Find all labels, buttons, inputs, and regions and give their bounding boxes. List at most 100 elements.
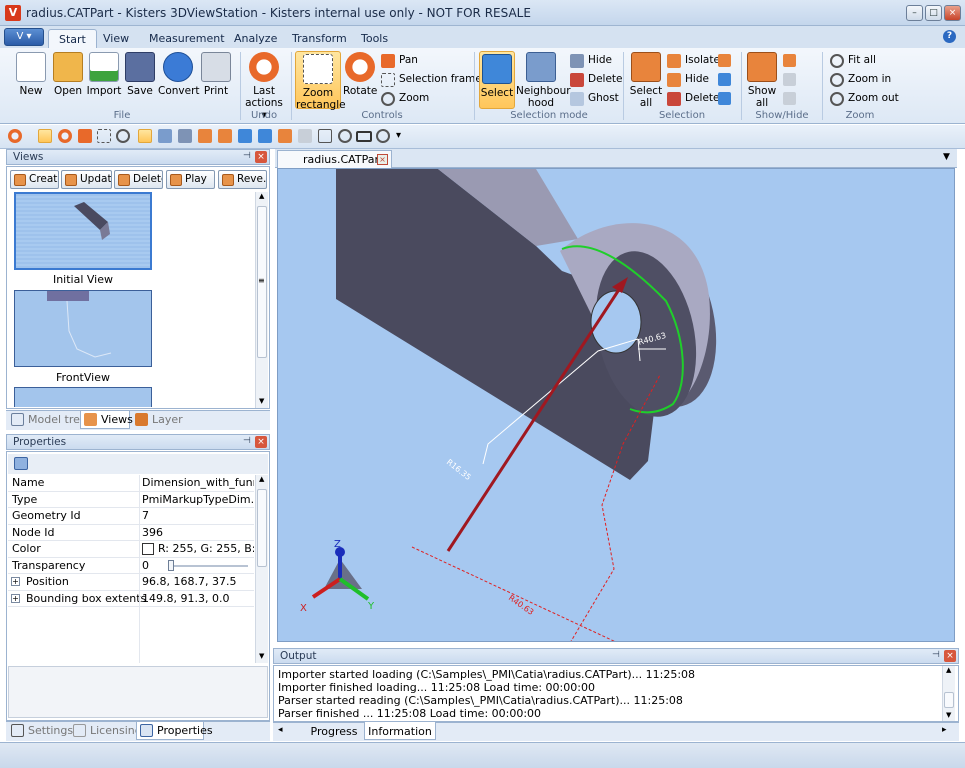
mode-hide-button[interactable]: Hide <box>570 53 612 70</box>
close-icon[interactable]: × <box>255 151 267 163</box>
cube-icon[interactable] <box>298 129 312 143</box>
cube-icon[interactable] <box>278 129 292 143</box>
zoom-out-button[interactable]: Zoom out <box>830 91 899 108</box>
select-all-button[interactable]: Select all <box>628 52 664 109</box>
property-row[interactable]: + Position 96.8, 168.7, 37.5 <box>8 574 254 591</box>
play-views-button[interactable]: Play <box>166 170 215 189</box>
import-button[interactable]: Import <box>86 52 122 97</box>
scroll-thumb[interactable] <box>944 692 954 708</box>
scroll-down-icon[interactable]: ▼ <box>259 652 264 660</box>
selection-extra-icon[interactable] <box>718 73 731 86</box>
isolate-icon[interactable] <box>198 129 212 143</box>
tab-licensing[interactable]: Licensing <box>70 722 146 740</box>
tab-analyze[interactable]: Analyze <box>224 29 287 48</box>
tab-measurement[interactable]: Measurement <box>139 29 235 48</box>
open-button[interactable]: Open <box>51 52 85 97</box>
3d-viewport[interactable]: R40.63 R16.35 R40.63 Z X Y <box>277 168 955 642</box>
scroll-down-icon[interactable]: ▼ <box>946 711 951 719</box>
pin-icon[interactable]: ⊣ <box>243 151 251 161</box>
fit-all-button[interactable]: Fit all <box>830 53 876 70</box>
tab-start[interactable]: Start <box>48 29 97 48</box>
property-row[interactable]: + Bounding box extents 149.8, 91.3, 0.0 <box>8 591 254 607</box>
isolate-button[interactable]: Isolate <box>667 53 720 70</box>
document-list-dropdown-icon[interactable]: ▼ <box>943 152 950 162</box>
save-button[interactable]: Save <box>124 52 156 97</box>
view-thumbnail-partial[interactable] <box>14 387 152 407</box>
delete-view-button[interactable]: Delete <box>114 170 163 189</box>
app-menu-button[interactable]: V ▾ <box>4 28 44 46</box>
show-hide-extra-icon[interactable] <box>783 92 796 105</box>
properties-scrollbar[interactable]: ▲ ▼ <box>255 475 268 663</box>
rotate-icon[interactable] <box>8 129 22 143</box>
cube-icon[interactable] <box>218 129 232 143</box>
measure-icon[interactable] <box>318 129 332 143</box>
selection-extra-icon[interactable] <box>718 54 731 67</box>
cube-icon[interactable] <box>238 129 252 143</box>
scroll-down-icon[interactable]: ▼ <box>259 397 264 405</box>
help-icon[interactable]: ? <box>943 30 956 43</box>
expand-icon[interactable]: + <box>11 593 20 603</box>
show-hide-extra-icon[interactable] <box>783 73 796 86</box>
selection-extra-icon[interactable] <box>718 92 731 105</box>
select-mode-button[interactable]: Select <box>479 51 515 109</box>
mode-delete-button[interactable]: Delete <box>570 72 623 89</box>
selection-frame-button[interactable]: Selection frame <box>381 72 482 89</box>
scroll-up-icon[interactable]: ▲ <box>259 192 264 200</box>
selection-frame-icon[interactable] <box>97 129 111 143</box>
tab-progress[interactable]: Progress <box>306 722 362 740</box>
ellipse-icon[interactable] <box>376 129 390 143</box>
tab-model-tree[interactable]: Model tree <box>8 411 91 429</box>
property-row[interactable]: Node Id 396 <box>8 525 254 541</box>
rotate-button[interactable]: Rotate <box>343 52 377 97</box>
property-row[interactable]: Type PmiMarkupTypeDim... <box>8 492 254 508</box>
close-icon[interactable]: × <box>944 650 956 662</box>
pan-button[interactable]: Pan <box>381 53 418 70</box>
reverse-views-button[interactable]: Reve... <box>218 170 267 189</box>
scroll-up-icon[interactable]: ▲ <box>259 475 264 483</box>
mode-ghost-button[interactable]: Ghost <box>570 91 619 108</box>
update-view-button[interactable]: Update <box>61 170 112 189</box>
close-icon[interactable]: × <box>255 436 267 448</box>
convert-button[interactable]: Convert <box>158 52 200 97</box>
undo-icon[interactable] <box>58 129 72 143</box>
hide-icon[interactable] <box>178 129 192 143</box>
new-button[interactable]: New <box>14 52 48 97</box>
show-all-button[interactable]: Show all <box>746 52 778 109</box>
properties-sort-icon[interactable] <box>14 457 28 470</box>
document-tab[interactable]: radius.CATPart × <box>277 150 392 168</box>
selection-delete-button[interactable]: Delete <box>667 91 720 108</box>
zoom-button[interactable]: Zoom <box>381 91 429 108</box>
zoom-rectangle-button[interactable]: Zoom rectangle <box>295 51 346 111</box>
tab-information[interactable]: Information <box>364 722 436 740</box>
pin-icon[interactable]: ⊣ <box>243 436 251 446</box>
tab-scroll-right-icon[interactable]: ▸ <box>942 725 947 735</box>
pan-icon[interactable] <box>78 129 92 143</box>
tab-transform[interactable]: Transform <box>282 29 357 48</box>
show-hide-extra-icon[interactable] <box>783 54 796 67</box>
transparency-slider-track[interactable] <box>168 564 248 567</box>
views-scrollbar[interactable]: ▲ ≡ ▼ <box>255 192 268 408</box>
tab-scroll-left-icon[interactable]: ◂ <box>278 725 283 735</box>
property-row[interactable]: Transparency 0 <box>8 558 254 574</box>
print-button[interactable]: Print <box>200 52 232 97</box>
create-view-button[interactable]: Create <box>10 170 59 189</box>
tab-properties[interactable]: Properties <box>136 722 213 740</box>
neighbourhood-icon[interactable] <box>158 129 172 143</box>
pin-icon[interactable]: ⊣ <box>932 650 940 660</box>
tab-tools[interactable]: Tools <box>351 29 398 48</box>
tab-view[interactable]: View <box>93 29 139 48</box>
property-row[interactable]: Geometry Id 7 <box>8 508 254 525</box>
close-window-button[interactable]: × <box>944 5 961 21</box>
scroll-up-icon[interactable]: ▲ <box>946 666 951 674</box>
scroll-thumb[interactable] <box>257 489 267 567</box>
rectangle-icon[interactable] <box>356 131 372 142</box>
circle-icon[interactable] <box>338 129 352 143</box>
color-swatch[interactable] <box>142 543 154 555</box>
view-thumbnail-initial[interactable] <box>14 192 152 270</box>
tab-layer[interactable]: Layer <box>132 411 187 429</box>
zoom-in-button[interactable]: Zoom in <box>830 72 891 89</box>
close-tab-icon[interactable]: × <box>377 154 388 165</box>
transparency-slider-thumb[interactable] <box>168 559 174 571</box>
property-row[interactable]: ColorR: 255, G: 255, B: 255 <box>8 541 254 558</box>
magnifier-icon[interactable] <box>116 129 130 143</box>
